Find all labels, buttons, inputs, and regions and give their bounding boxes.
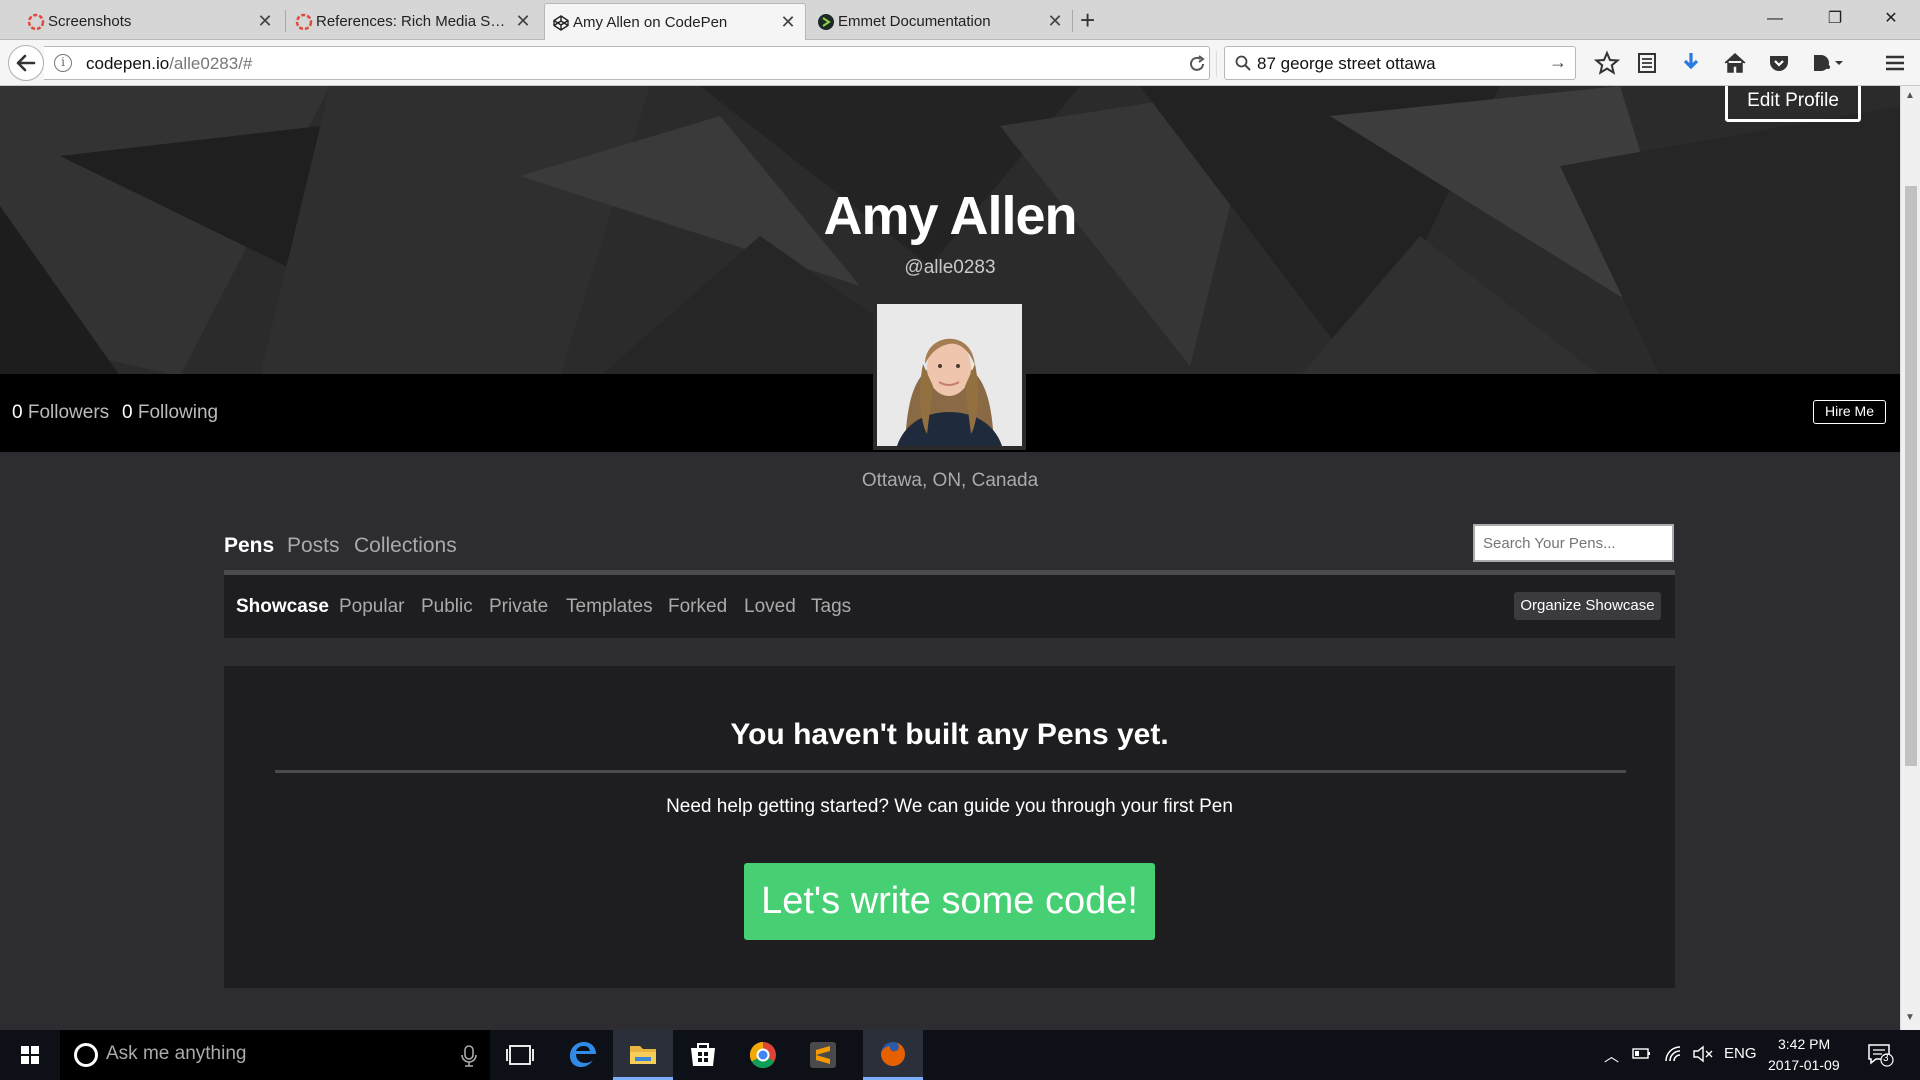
search-icon bbox=[1235, 55, 1251, 71]
search-pens-input[interactable] bbox=[1473, 524, 1674, 562]
url-text[interactable]: codepen.io/alle0283/# bbox=[86, 54, 252, 74]
browser-tab-emmet[interactable]: Emmet Documentation ✕ bbox=[810, 3, 1072, 40]
tab-label: References: Rich Media Se... bbox=[316, 13, 508, 30]
red-spinner-icon bbox=[295, 13, 313, 31]
microphone-icon[interactable] bbox=[458, 1044, 480, 1068]
cortana-placeholder: Ask me anything bbox=[106, 1043, 247, 1064]
scroll-thumb[interactable] bbox=[1905, 186, 1917, 766]
browser-nav-bar: i codepen.io/alle0283/# 87 george street… bbox=[0, 40, 1920, 86]
url-host: codepen.io bbox=[86, 54, 170, 73]
close-icon[interactable]: ✕ bbox=[779, 13, 797, 31]
browser-tab-screenshots[interactable]: Screenshots ✕ bbox=[20, 3, 282, 40]
hire-me-button[interactable]: Hire Me bbox=[1813, 400, 1886, 424]
hamburger-menu-icon[interactable] bbox=[1882, 50, 1908, 76]
volume-muted-icon[interactable] bbox=[1692, 1045, 1714, 1063]
page-scrollbar[interactable]: ▲ ▼ bbox=[1900, 86, 1920, 1030]
language-indicator[interactable]: ENG bbox=[1724, 1045, 1757, 1062]
cortana-search-box[interactable]: Ask me anything bbox=[60, 1030, 490, 1080]
close-icon[interactable]: ✕ bbox=[1046, 12, 1064, 30]
filter-showcase[interactable]: Showcase bbox=[236, 596, 329, 618]
search-bar[interactable]: 87 george street ottawa → bbox=[1224, 46, 1576, 80]
tab-label: Amy Allen on CodePen bbox=[573, 14, 728, 31]
notification-count: 3 bbox=[1883, 1053, 1889, 1064]
restore-button[interactable]: ❐ bbox=[1812, 4, 1858, 34]
bookmark-star-icon[interactable] bbox=[1594, 50, 1620, 76]
following-count: 0 bbox=[122, 402, 133, 423]
new-tab-button[interactable]: + bbox=[1080, 7, 1095, 33]
search-go-arrow-icon[interactable]: → bbox=[1549, 52, 1567, 73]
browser-tab-references[interactable]: References: Rich Media Se... ✕ bbox=[288, 3, 540, 40]
filter-private[interactable]: Private bbox=[489, 596, 548, 618]
minimize-button[interactable]: — bbox=[1752, 4, 1798, 34]
tab-label: Screenshots bbox=[48, 13, 132, 30]
store-icon[interactable] bbox=[673, 1030, 733, 1080]
codepen-profile-page: Edit Profile Amy Allen @alle0283 0 Follo… bbox=[0, 86, 1900, 1030]
wifi-icon[interactable] bbox=[1664, 1045, 1684, 1063]
task-view-icon[interactable] bbox=[490, 1030, 550, 1080]
window-close-button[interactable]: ✕ bbox=[1868, 4, 1914, 34]
action-center-icon[interactable]: 3 bbox=[1866, 1042, 1894, 1068]
reading-list-icon[interactable] bbox=[1634, 50, 1660, 76]
organize-showcase-button[interactable]: Organize Showcase bbox=[1514, 592, 1661, 620]
clock-date[interactable]: 2017-01-09 bbox=[1768, 1057, 1840, 1073]
tray-chevron-up-icon[interactable]: ︿ bbox=[1604, 1045, 1619, 1066]
download-icon[interactable] bbox=[1678, 50, 1704, 76]
scroll-down-arrow-icon[interactable]: ▼ bbox=[1905, 1012, 1915, 1023]
url-path: /alle0283/# bbox=[169, 54, 253, 73]
filter-public[interactable]: Public bbox=[421, 596, 473, 618]
profile-content: Pens Posts Collections Showcase Popular … bbox=[224, 86, 1675, 1030]
tab-label: Emmet Documentation bbox=[838, 13, 991, 30]
following-link[interactable]: 0 Following bbox=[122, 402, 218, 424]
back-button[interactable] bbox=[8, 45, 44, 81]
url-separator bbox=[1216, 51, 1217, 77]
filter-forked[interactable]: Forked bbox=[668, 596, 727, 618]
sublime-text-icon[interactable] bbox=[793, 1030, 853, 1080]
clock-time[interactable]: 3:42 PM bbox=[1778, 1036, 1830, 1052]
back-arrow-icon bbox=[16, 54, 36, 72]
red-spinner-icon bbox=[27, 13, 45, 31]
empty-state-title: You haven't built any Pens yet. bbox=[730, 718, 1169, 751]
edit-profile-button[interactable]: Edit Profile bbox=[1725, 86, 1861, 122]
tab-separator bbox=[285, 10, 286, 32]
info-icon[interactable]: i bbox=[54, 54, 72, 72]
search-value: 87 george street ottawa bbox=[1257, 54, 1436, 73]
battery-icon[interactable] bbox=[1632, 1045, 1652, 1061]
cortana-icon bbox=[74, 1043, 98, 1067]
filter-templates[interactable]: Templates bbox=[566, 596, 653, 618]
extension-menu-icon[interactable] bbox=[1810, 50, 1846, 76]
windows-start-icon[interactable] bbox=[0, 1030, 60, 1080]
close-icon[interactable]: ✕ bbox=[256, 12, 274, 30]
file-explorer-icon[interactable] bbox=[613, 1030, 673, 1080]
scroll-up-arrow-icon[interactable]: ▲ bbox=[1905, 90, 1915, 101]
tab-separator bbox=[1072, 10, 1073, 32]
empty-state-help: Need help getting started? We can guide … bbox=[666, 796, 1233, 817]
chrome-icon[interactable] bbox=[733, 1030, 793, 1080]
divider bbox=[275, 770, 1626, 773]
tab-pens[interactable]: Pens bbox=[224, 534, 274, 558]
close-icon[interactable]: ✕ bbox=[514, 12, 532, 30]
followers-label: Followers bbox=[27, 402, 110, 423]
followers-link[interactable]: 0 Followers bbox=[12, 402, 109, 424]
tab-posts[interactable]: Posts bbox=[287, 534, 340, 558]
windows-taskbar: Ask me anything ︿ ENG 3:42 PM 2017-01-09… bbox=[0, 1030, 1920, 1080]
browser-tab-codepen[interactable]: Amy Allen on CodePen ✕ bbox=[544, 3, 806, 41]
filter-popular[interactable]: Popular bbox=[339, 596, 405, 618]
pens-filter-bar: Showcase Popular Public Private Template… bbox=[224, 575, 1675, 638]
followers-count: 0 bbox=[12, 402, 23, 423]
firefox-icon[interactable] bbox=[863, 1030, 923, 1080]
tab-collections[interactable]: Collections bbox=[354, 534, 457, 558]
filter-tags[interactable]: Tags bbox=[811, 596, 851, 618]
url-bar[interactable]: i codepen.io/alle0283/# bbox=[44, 46, 1217, 81]
following-label: Following bbox=[137, 402, 219, 423]
write-code-button[interactable]: Let's write some code! bbox=[744, 863, 1155, 940]
browser-tab-bar: Screenshots ✕ References: Rich Media Se.… bbox=[0, 0, 1920, 41]
reload-icon[interactable] bbox=[1186, 53, 1208, 81]
empty-state: You haven't built any Pens yet. Need hel… bbox=[224, 666, 1675, 988]
home-icon[interactable] bbox=[1722, 50, 1748, 76]
emmet-icon bbox=[818, 14, 834, 30]
filter-loved[interactable]: Loved bbox=[744, 596, 796, 618]
codepen-icon bbox=[553, 15, 569, 31]
pocket-icon[interactable] bbox=[1766, 50, 1792, 76]
edge-browser-icon[interactable] bbox=[553, 1030, 613, 1080]
